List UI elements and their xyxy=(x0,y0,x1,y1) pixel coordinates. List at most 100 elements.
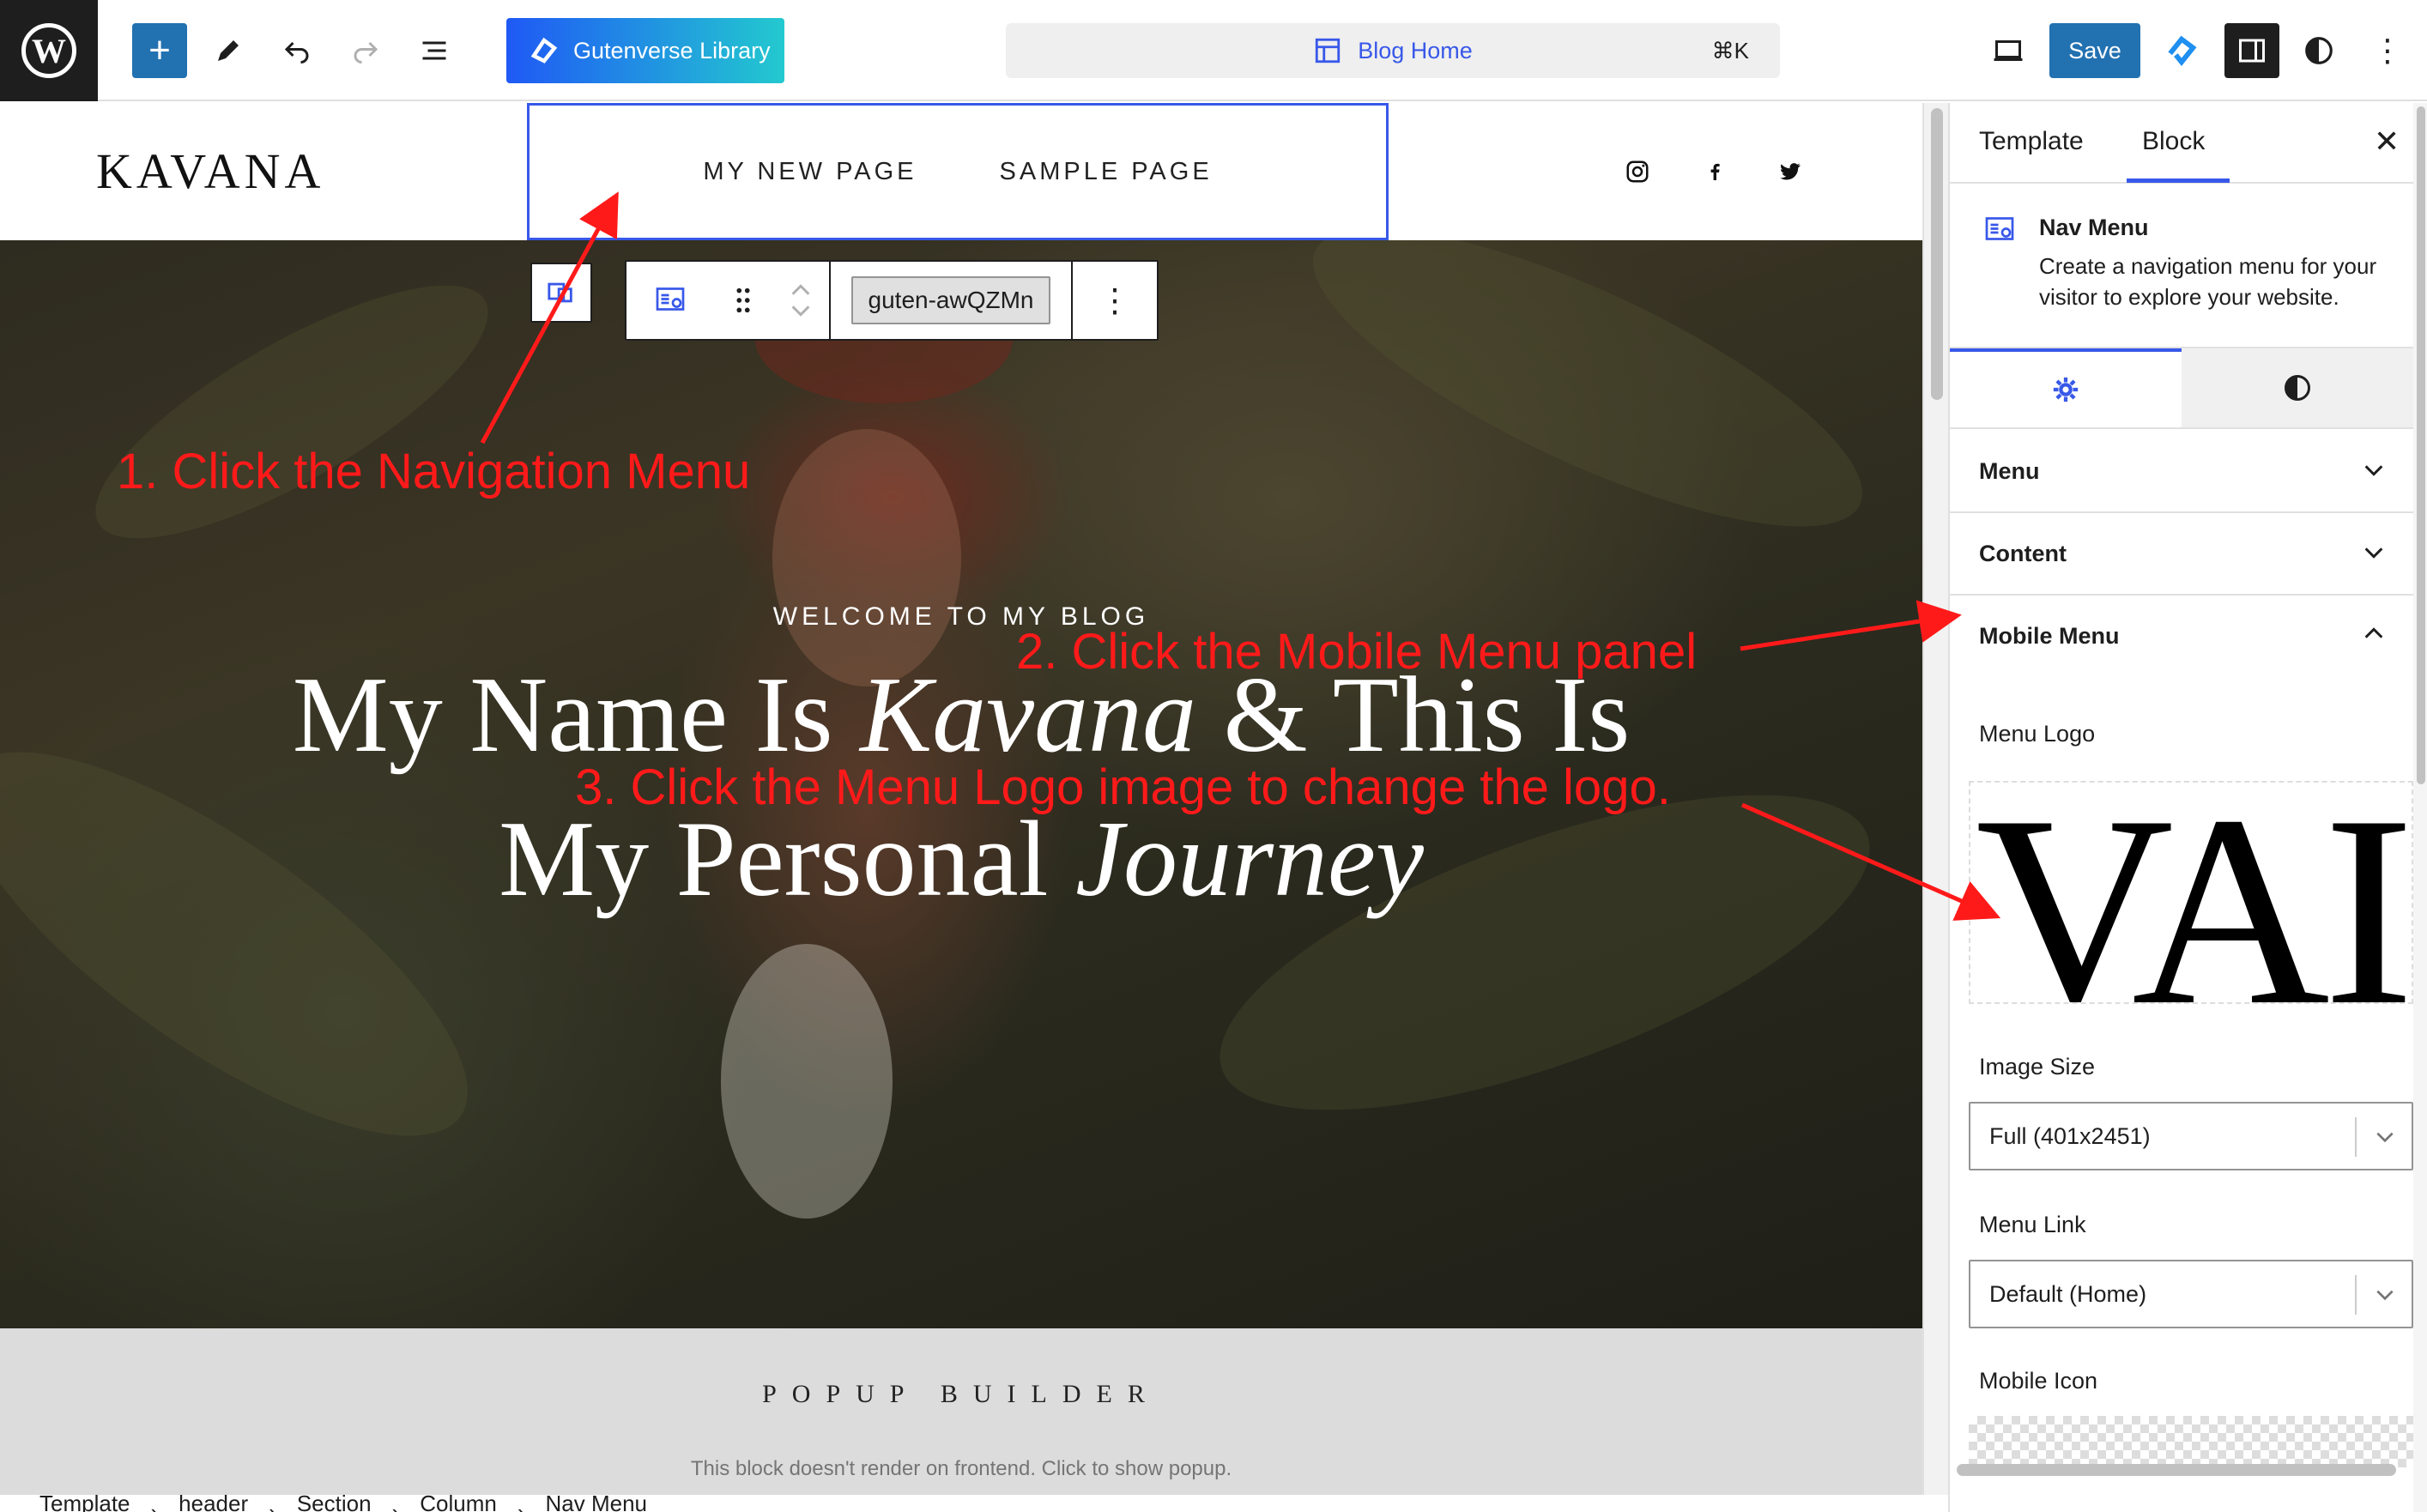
save-button[interactable]: Save xyxy=(2049,23,2140,78)
breadcrumb-nav-menu[interactable]: Nav Menu xyxy=(545,1495,647,1512)
breadcrumb-template[interactable]: Template xyxy=(39,1495,130,1512)
annotation-step-3: 3. Click the Menu Logo image to change t… xyxy=(575,759,1671,815)
gutenverse-library-label: Gutenverse Library xyxy=(573,37,771,64)
nav-menu-icon xyxy=(656,287,685,311)
chevron-right-icon: › xyxy=(150,1499,159,1512)
block-type-button[interactable] xyxy=(626,262,714,339)
chevron-right-icon: › xyxy=(391,1499,400,1512)
nav-item-my-new-page[interactable]: MY NEW PAGE xyxy=(703,158,917,186)
command-title: Blog Home xyxy=(1358,37,1473,64)
gutenverse-library-button[interactable]: Gutenverse Library xyxy=(506,18,784,83)
tab-template[interactable]: Template xyxy=(1979,127,2084,156)
canvas-scrollbar[interactable] xyxy=(1922,103,1948,1495)
select-parent-button[interactable] xyxy=(530,263,592,323)
command-shortcut: ⌘K xyxy=(1711,37,1749,64)
template-icon xyxy=(1316,38,1341,64)
settings-sidebar: Template Block ✕ Nav Menu Create a navig… xyxy=(1948,103,2427,1512)
chevron-down-icon[interactable] xyxy=(789,302,813,319)
redo-button[interactable] xyxy=(340,23,391,78)
block-toolbar: guten-awQZMn ⋮ xyxy=(625,260,1159,341)
mobile-icon-preview[interactable] xyxy=(1969,1416,2413,1467)
menu-link-value: Default (Home) xyxy=(1989,1280,2147,1307)
contrast-icon xyxy=(2305,37,2333,64)
select-divider xyxy=(2355,1275,2357,1315)
chevron-up-icon[interactable] xyxy=(789,281,813,299)
close-icon[interactable]: ✕ xyxy=(2374,124,2400,160)
twitter-icon[interactable] xyxy=(1775,156,1806,187)
add-block-button[interactable]: + xyxy=(132,23,187,78)
move-buttons[interactable] xyxy=(772,262,829,339)
sidebar-scroll-thumb[interactable] xyxy=(2417,106,2425,784)
command-palette-button[interactable]: Blog Home ⌘K xyxy=(1006,23,1780,78)
breadcrumb-header[interactable]: header xyxy=(179,1495,248,1512)
site-header: KAVANA MY NEW PAGE SAMPLE PAGE xyxy=(0,103,1922,240)
sidebar-icon xyxy=(2239,39,2265,63)
drag-handle[interactable] xyxy=(714,262,772,339)
menu-logo-preview-text: VAI xyxy=(1976,781,2412,1004)
pen-icon xyxy=(218,40,239,61)
panel-mobile-menu[interactable]: Mobile Menu xyxy=(1950,596,2413,678)
canvas-scroll-thumb[interactable] xyxy=(1931,108,1943,400)
breadcrumb-section[interactable]: Section xyxy=(297,1495,372,1512)
menu-link-label: Menu Link xyxy=(1979,1212,2086,1237)
popup-note: This block doesn't render on frontend. C… xyxy=(690,1457,1232,1480)
styles-tab[interactable] xyxy=(2182,348,2413,427)
chevron-right-icon: › xyxy=(269,1499,276,1512)
breadcrumb-column[interactable]: Column xyxy=(420,1495,497,1512)
settings-tab[interactable] xyxy=(1950,348,2182,427)
shirt-shape xyxy=(721,944,893,1219)
wordpress-logo-button[interactable]: W xyxy=(0,0,98,101)
nav-menu-block[interactable]: MY NEW PAGE SAMPLE PAGE xyxy=(527,103,1389,240)
nav-item-sample-page[interactable]: SAMPLE PAGE xyxy=(1000,158,1213,186)
popup-builder-block[interactable]: POPUP BUILDER This block doesn't render … xyxy=(0,1328,1922,1495)
block-breadcrumb: Template › header › Section › Column › N… xyxy=(0,1495,1948,1512)
list-view-icon xyxy=(422,41,446,60)
gutenverse-button[interactable] xyxy=(2156,23,2207,78)
parent-block-icon xyxy=(548,282,572,303)
gutenverse-icon xyxy=(2168,35,2197,67)
block-card: Nav Menu Create a navigation menu for yo… xyxy=(1950,185,2413,348)
chevron-down-icon xyxy=(2376,1290,2394,1301)
annotation-step-2: 2. Click the Mobile Menu panel xyxy=(1016,624,1698,680)
gear-icon xyxy=(2053,377,2079,402)
chevron-down-icon xyxy=(2364,547,2383,559)
block-options-button[interactable]: ⋮ xyxy=(1073,262,1157,339)
sidebar-scrollbar[interactable] xyxy=(2413,103,2427,1512)
menu-logo-image[interactable]: VAI xyxy=(1969,781,2413,1004)
menu-link-select[interactable]: Default (Home) xyxy=(1969,1260,2413,1328)
block-anchor-badge[interactable]: guten-awQZMn xyxy=(850,276,1051,324)
tab-block[interactable]: Block xyxy=(2142,127,2205,156)
editor-top-bar: W + Gutenverse Library Blog Home ⌘K Save xyxy=(0,0,2427,101)
instagram-icon[interactable] xyxy=(1622,156,1653,187)
sidebar-horizontal-scroll-thumb[interactable] xyxy=(1957,1464,2396,1476)
panel-menu-label: Menu xyxy=(1979,458,2040,484)
preview-device-button[interactable] xyxy=(1982,23,2034,78)
undo-button[interactable] xyxy=(271,23,323,78)
chevron-right-icon: › xyxy=(517,1499,525,1512)
facebook-icon[interactable] xyxy=(1699,156,1730,187)
mobile-icon-label: Mobile Icon xyxy=(1979,1368,2098,1394)
editor-root: W + Gutenverse Library Blog Home ⌘K Save xyxy=(0,0,2427,1512)
tools-pen-button[interactable] xyxy=(203,23,254,78)
sidebar-tabs: Template Block ✕ xyxy=(1950,103,2413,184)
panel-content[interactable]: Content xyxy=(1950,513,2413,596)
panel-content-label: Content xyxy=(1979,541,2067,566)
document-overview-button[interactable] xyxy=(409,23,460,78)
panel-menu[interactable]: Menu xyxy=(1950,431,2413,513)
block-title: Nav Menu xyxy=(2039,215,2149,240)
image-size-label: Image Size xyxy=(1979,1054,2096,1080)
chevron-up-icon xyxy=(2364,627,2383,638)
active-tab-indicator xyxy=(2127,178,2230,183)
settings-sidebar-toggle[interactable] xyxy=(2224,23,2279,78)
redo-icon xyxy=(354,41,378,64)
options-button[interactable]: ⋮ xyxy=(2362,23,2413,78)
drag-handle-icon xyxy=(736,287,750,313)
chevron-down-icon xyxy=(2364,465,2383,476)
styles-button[interactable] xyxy=(2293,23,2345,78)
image-size-select[interactable]: Full (401x2451) xyxy=(1969,1102,2413,1170)
site-logo[interactable]: KAVANA xyxy=(96,142,324,200)
annotation-step-1: 1. Click the Navigation Menu xyxy=(117,444,751,499)
chevron-down-icon xyxy=(2376,1132,2394,1143)
select-divider xyxy=(2355,1117,2357,1157)
panel-mobile-menu-label: Mobile Menu xyxy=(1979,623,2120,649)
